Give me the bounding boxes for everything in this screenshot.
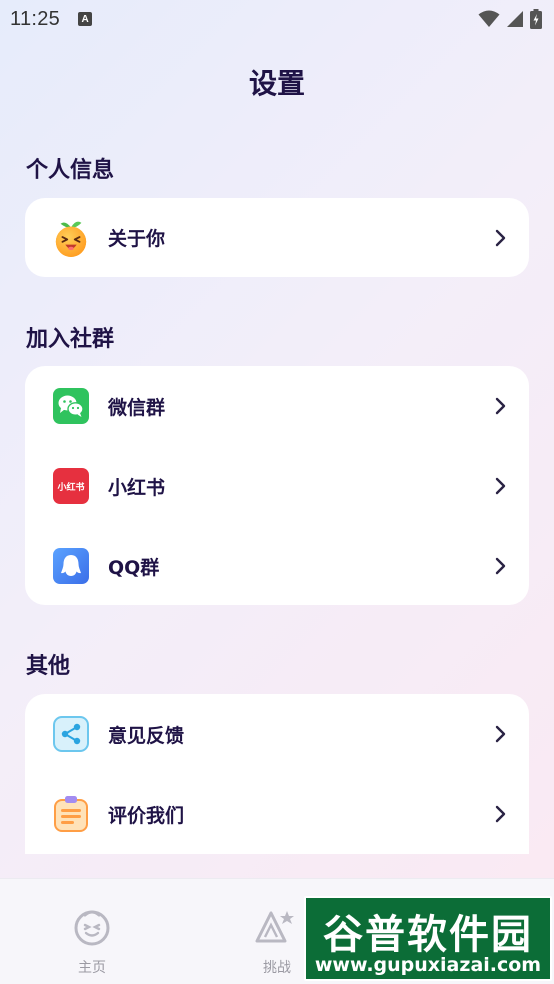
about-you-row[interactable]: 关于你	[25, 198, 529, 277]
other-card: 意见反馈 评价我们	[25, 694, 529, 854]
share-feedback-icon	[53, 716, 89, 752]
feedback-row[interactable]: 意见反馈	[25, 694, 529, 774]
page-title: 设置	[248, 67, 305, 100]
watermark-chinese-text: 谷普软件园	[323, 912, 533, 958]
watermark-url-text: www.gupuxiazai.com	[314, 954, 542, 976]
community-card: 微信群 小红书 小红书 QQ群	[25, 366, 529, 605]
clipboard-icon	[53, 796, 89, 832]
chevron-right-icon	[493, 724, 507, 744]
chevron-right-icon	[493, 804, 507, 824]
watermark-logo: 谷普软件园 www.gupuxiazai.com	[304, 896, 552, 981]
status-time: 11:25	[10, 7, 61, 30]
rate-us-row[interactable]: 评价我们	[25, 774, 529, 854]
status-bar: 11:25 A	[0, 0, 554, 38]
wechat-group-row[interactable]: 微信群	[25, 366, 529, 446]
rate-us-label: 评价我们	[108, 804, 185, 827]
section-title-personal: 个人信息	[26, 158, 115, 183]
tab-home[interactable]: 主页	[42, 879, 142, 984]
chevron-right-icon	[493, 228, 507, 248]
wechat-icon	[53, 388, 89, 424]
section-title-other: 其他	[26, 654, 71, 679]
notification-badge-icon: A	[78, 12, 93, 26]
wechat-group-label: 微信群	[108, 396, 166, 419]
qq-group-row[interactable]: QQ群	[25, 526, 529, 606]
about-you-label: 关于你	[108, 228, 166, 250]
xiaohongshu-label: 小红书	[108, 476, 166, 499]
chevron-right-icon	[493, 396, 507, 416]
personal-card: 关于你	[25, 198, 529, 277]
feedback-label: 意见反馈	[108, 724, 185, 747]
chevron-right-icon	[493, 556, 507, 576]
orange-mascot-icon	[53, 220, 89, 257]
battery-icon	[530, 9, 542, 29]
tab-home-label: 主页	[78, 960, 106, 976]
chevron-right-icon	[493, 476, 507, 496]
cell-signal-icon	[507, 11, 523, 27]
section-title-community: 加入社群	[26, 327, 115, 352]
xiaohongshu-row[interactable]: 小红书 小红书	[25, 446, 529, 526]
challenge-triangle-icon	[253, 907, 301, 951]
xiaohongshu-icon: 小红书	[53, 468, 89, 504]
home-smiley-icon	[72, 907, 112, 951]
wifi-icon	[478, 10, 500, 27]
qq-icon	[53, 548, 89, 584]
qq-group-label: QQ群	[108, 556, 160, 579]
xiaohongshu-icon-text: 小红书	[56, 481, 84, 493]
